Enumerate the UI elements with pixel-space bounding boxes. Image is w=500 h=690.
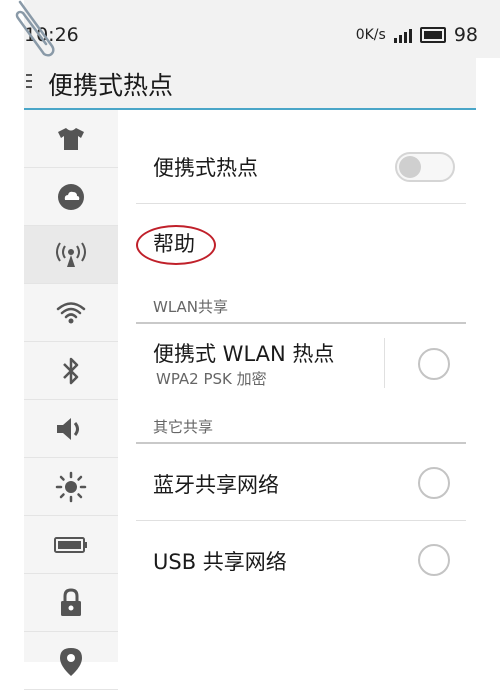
sidebar-item-bluetooth[interactable] (24, 342, 118, 400)
hotspot-toggle[interactable] (395, 152, 455, 182)
paperclip-icon (15, 0, 55, 57)
vertical-separator (384, 338, 385, 388)
wlan-hotspot-label[interactable]: 便携式 WLAN 热点 (153, 338, 334, 368)
hotspot-label: 便携式热点 (153, 156, 258, 180)
wifi-icon (56, 301, 86, 323)
volume-icon (57, 417, 79, 440)
sidebar-item-location[interactable] (24, 632, 118, 690)
section-divider (136, 442, 466, 444)
usb-share-label[interactable]: USB 共享网络 (153, 546, 287, 576)
hotspot-icon (56, 241, 86, 267)
cloud-icon (58, 183, 84, 210)
page-title: 便携式热点 (48, 71, 174, 100)
bluetooth-share-label[interactable]: 蓝牙共享网络 (153, 469, 279, 499)
shirt-icon (58, 127, 84, 150)
sidebar-item-sound[interactable] (24, 400, 118, 458)
usb-share-radio[interactable] (418, 544, 450, 576)
lock-icon (61, 587, 81, 616)
divider (136, 520, 466, 521)
net-speed: 0K/s (355, 27, 386, 43)
sidebar (24, 110, 119, 690)
battery-icon (54, 536, 87, 553)
sidebar-item-security[interactable] (24, 574, 118, 632)
sidebar-item-cloud[interactable] (24, 168, 118, 226)
section-header-wlan: WLAN共享 (153, 298, 229, 316)
wlan-hotspot-subtitle: WPA2 PSK 加密 (156, 370, 267, 388)
menu-icon[interactable] (26, 74, 32, 92)
sidebar-item-brightness[interactable] (24, 458, 118, 516)
status-indicators: 0K/s 98 (356, 24, 478, 46)
toggle-knob (399, 156, 421, 178)
divider (136, 203, 466, 204)
location-icon (60, 647, 82, 676)
settings-content: 便携式热点 帮助 WLAN共享 便携式 WLAN 热点 WPA2 PSK 加密 … (118, 110, 500, 662)
status-bar: 10:26 0K/s 98 (24, 0, 500, 58)
wlan-hotspot-radio[interactable] (418, 348, 450, 380)
sidebar-item-hotspot[interactable] (24, 226, 118, 284)
bluetooth-icon (63, 357, 79, 384)
bluetooth-share-radio[interactable] (418, 467, 450, 499)
sidebar-item-theme[interactable] (24, 110, 118, 168)
section-header-other: 其它共享 (153, 418, 214, 436)
title-bar: 便携式热点 (24, 58, 476, 110)
sidebar-item-wifi[interactable] (24, 284, 118, 342)
battery-percent: 98 (453, 24, 478, 46)
brightness-icon (55, 471, 87, 502)
signal-icon (393, 27, 412, 43)
battery-icon (419, 27, 446, 43)
sidebar-item-battery[interactable] (24, 516, 118, 574)
section-divider (136, 322, 466, 324)
help-link[interactable]: 帮助 (153, 228, 195, 258)
